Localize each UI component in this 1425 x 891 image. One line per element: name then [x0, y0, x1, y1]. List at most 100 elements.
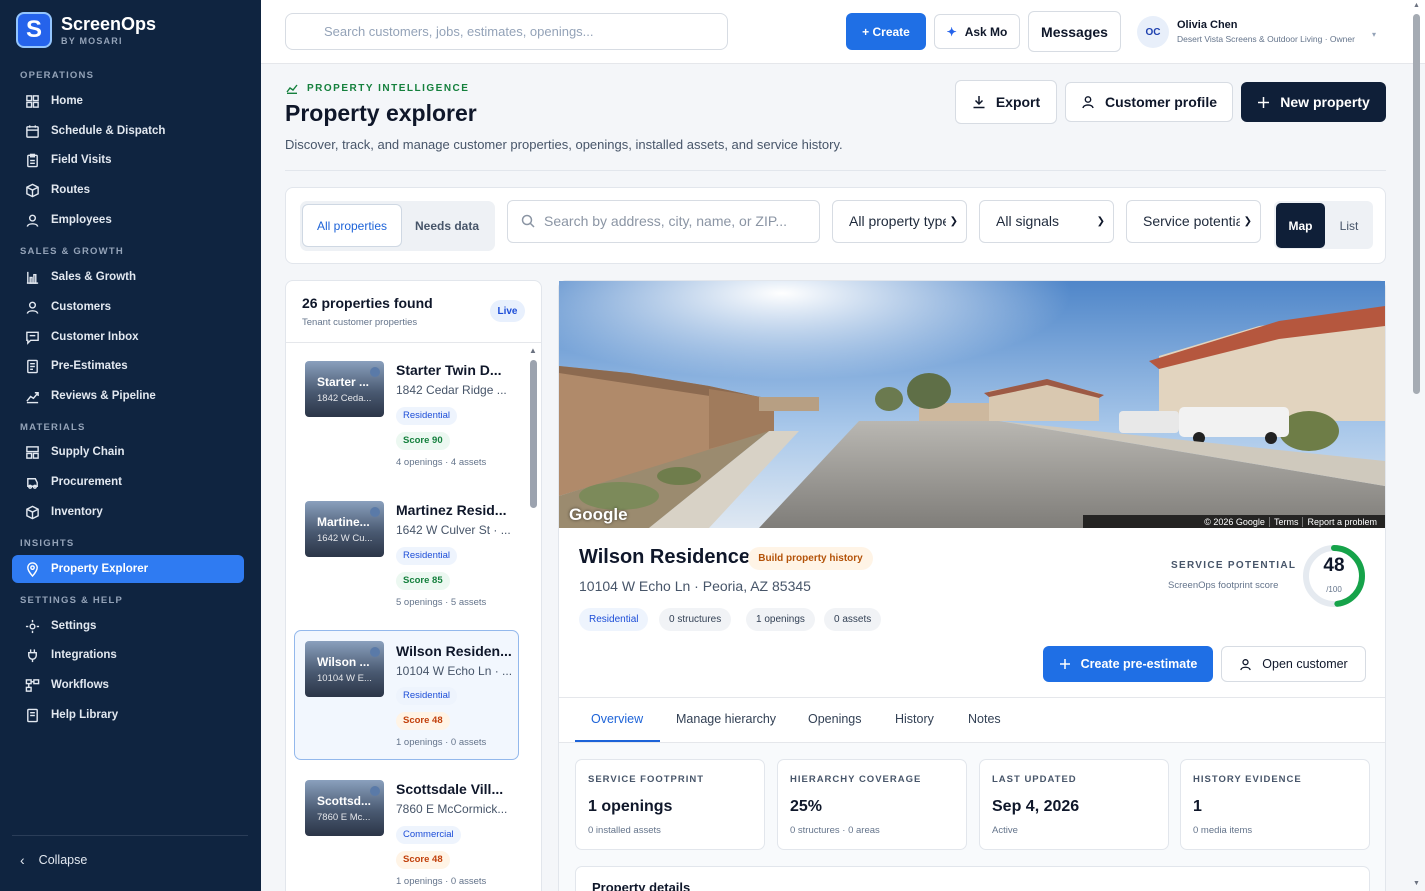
stat-card-hierarchy-coverage: HIERARCHY COVERAGE 25% 0 structures · 0 … — [777, 759, 967, 850]
sidebar-item-pre-estimates[interactable]: Pre-Estimates — [12, 352, 244, 380]
live-badge: Live — [490, 300, 525, 322]
segment-needs-data[interactable]: Needs data — [404, 204, 490, 247]
scroll-up-arrow[interactable]: ▲ — [529, 346, 537, 355]
stat-label: LAST UPDATED — [992, 774, 1077, 785]
segment-all-properties[interactable]: All properties — [302, 204, 402, 247]
sidebar-item-employees[interactable]: Employees — [12, 206, 244, 234]
new-property-button[interactable]: New property — [1241, 82, 1386, 122]
chevron-down-icon: ❯ — [1092, 201, 1105, 242]
create-pre-estimate-label: Create pre-estimate — [1080, 657, 1198, 671]
sidebar-item-customers[interactable]: Customers — [12, 293, 244, 321]
property-card-martinez[interactable]: Martine... 1642 W Cu... Martinez Resid..… — [294, 481, 519, 611]
user-icon — [1082, 96, 1094, 109]
open-customer-label: Open customer — [1262, 657, 1348, 671]
property-card-starter-twin[interactable]: Starter ... 1842 Ceda... Starter Twin D.… — [294, 341, 519, 471]
messages-button[interactable]: Messages — [1028, 11, 1121, 52]
stat-value: 25% — [790, 798, 823, 815]
sidebar-item-field-visits[interactable]: Field Visits — [12, 146, 244, 174]
property-card-wilson[interactable]: Wilson ... 10104 W E... Wilson Residen..… — [294, 630, 519, 760]
grid-icon — [24, 93, 40, 109]
sidebar-item-reviews-pipeline[interactable]: Reviews & Pipeline — [12, 382, 244, 410]
sidebar-item-home[interactable]: Home — [12, 87, 244, 115]
property-type-chip: Residential — [579, 608, 649, 631]
view-list-button[interactable]: List — [1327, 203, 1371, 248]
list-scrollbar[interactable] — [530, 360, 537, 508]
open-customer-button[interactable]: Open customer — [1221, 646, 1366, 682]
tab-openings[interactable]: Openings — [808, 712, 862, 726]
tab-notes[interactable]: Notes — [968, 712, 1001, 726]
export-button[interactable]: Export — [955, 80, 1057, 124]
sidebar-item-label: Supply Chain — [51, 446, 125, 458]
trend-icon — [24, 388, 40, 404]
customer-profile-label: Customer profile — [1104, 94, 1217, 110]
sidebar-item-property-explorer[interactable]: Property Explorer — [12, 555, 244, 583]
thumbnail-name: Wilson ... — [317, 655, 370, 669]
sidebar-item-label: Employees — [51, 214, 112, 226]
page-scroll-up-arrow[interactable]: ▲ — [1413, 2, 1420, 9]
sidebar-item-integrations[interactable]: Integrations — [12, 641, 244, 669]
property-details-title: Property details — [592, 880, 691, 891]
sidebar-item-settings[interactable]: Settings — [12, 612, 244, 640]
property-search-input[interactable]: Search by address, city, name, or ZIP... — [507, 200, 820, 243]
sidebar-item-procurement[interactable]: Procurement — [12, 468, 244, 496]
thumbnail-name: Martine... — [317, 515, 370, 529]
sidebar-item-routes[interactable]: Routes — [12, 176, 244, 204]
sidebar-item-customer-inbox[interactable]: Customer Inbox — [12, 323, 244, 351]
sidebar-item-label: Integrations — [51, 649, 117, 661]
status-dot — [370, 647, 380, 657]
sidebar-item-help-library[interactable]: Help Library — [12, 701, 244, 729]
attribution-terms-link[interactable]: Terms — [1268, 516, 1303, 527]
thumbnail-name: Scottsd... — [317, 794, 372, 808]
property-type-badge: Commercial — [396, 826, 461, 844]
property-details-card — [575, 866, 1370, 891]
page-eyebrow: PROPERTY INTELLIGENCE — [286, 82, 469, 94]
sidebar-item-inventory[interactable]: Inventory — [12, 498, 244, 526]
page-scrollbar[interactable] — [1413, 14, 1420, 394]
ask-mo-button[interactable]: ✦ Ask Mo — [934, 14, 1020, 49]
search-icon — [521, 214, 535, 228]
signals-select[interactable]: All signals ❯ — [979, 200, 1114, 243]
brand-logo: S — [16, 12, 52, 48]
chevron-down-icon[interactable]: ▾ — [1372, 30, 1376, 39]
collapse-button[interactable]: ‹ Collapse — [20, 852, 87, 868]
sidebar-item-supply-chain[interactable]: Supply Chain — [12, 438, 244, 466]
status-badge: Build property history — [748, 547, 873, 570]
stat-label: HIERARCHY COVERAGE — [790, 774, 922, 785]
page-scroll-down-arrow[interactable]: ▼ — [1413, 880, 1420, 887]
page-title: Property explorer — [285, 100, 477, 126]
avatar[interactable]: OC — [1137, 16, 1169, 48]
property-card-scottsdale[interactable]: Scottsd... 7860 E Mc... Scottsdale Vill.… — [294, 760, 519, 890]
view-map-button[interactable]: Map — [1276, 203, 1325, 248]
attribution-report-link[interactable]: Report a problem — [1302, 516, 1381, 527]
sidebar-item-label: Routes — [51, 184, 90, 196]
global-search-input[interactable]: Search customers, jobs, estimates, openi… — [285, 13, 728, 50]
sparkle-icon: ✦ — [946, 24, 957, 39]
create-pre-estimate-button[interactable]: Create pre-estimate — [1043, 646, 1213, 682]
tab-overview[interactable]: Overview — [591, 712, 643, 726]
results-subtitle: Tenant customer properties — [302, 317, 418, 328]
stat-note: Active — [992, 825, 1018, 836]
brand[interactable]: S ScreenOps BY MOSARI — [16, 12, 156, 48]
thumbnail-address: 7860 E Mc... — [317, 812, 371, 823]
create-button[interactable]: + Create — [846, 13, 926, 50]
sidebar-item-schedule[interactable]: Schedule & Dispatch — [12, 117, 244, 145]
street-view-image[interactable] — [559, 281, 1385, 528]
stat-note: 0 media items — [1193, 825, 1253, 836]
new-property-label: New property — [1280, 94, 1370, 110]
sidebar-item-sales-growth[interactable]: Sales & Growth — [12, 263, 244, 291]
box-icon — [24, 504, 40, 520]
tab-content-divider — [559, 742, 1385, 743]
google-logo: Google — [569, 505, 628, 524]
tab-manage-hierarchy[interactable]: Manage hierarchy — [676, 712, 776, 726]
property-address: 10104 W Echo Ln · Peoria, AZ 85345 — [579, 578, 811, 594]
score-denominator: /100 — [1326, 585, 1342, 594]
service-potential-select[interactable]: Service potential ❯ — [1126, 200, 1261, 243]
sidebar-item-workflows[interactable]: Workflows — [12, 671, 244, 699]
calendar-icon — [24, 123, 40, 139]
tab-history[interactable]: History — [895, 712, 934, 726]
property-type-select[interactable]: All property types ❯ — [832, 200, 967, 243]
sidebar-item-label: Property Explorer — [51, 563, 149, 575]
user-name[interactable]: Olivia Chen — [1177, 19, 1238, 31]
customer-profile-button[interactable]: Customer profile — [1065, 82, 1233, 122]
thumbnail-address: 1842 Ceda... — [317, 393, 372, 404]
